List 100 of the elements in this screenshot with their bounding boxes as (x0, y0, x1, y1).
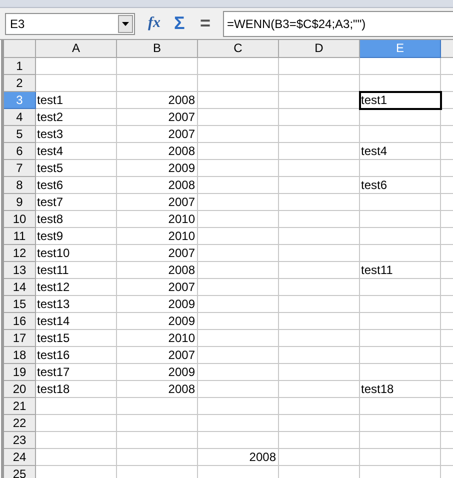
table-cell[interactable] (279, 262, 360, 279)
table-cell[interactable]: 2007 (117, 347, 198, 364)
table-cell[interactable] (198, 92, 279, 109)
table-cell[interactable]: 2007 (117, 245, 198, 262)
table-cell[interactable]: test9 (36, 228, 117, 245)
row-header[interactable]: 19 (4, 364, 36, 381)
table-cell[interactable] (279, 177, 360, 194)
table-cell[interactable]: 2009 (117, 160, 198, 177)
table-cell[interactable] (279, 58, 360, 75)
row-header[interactable]: 6 (4, 143, 36, 160)
table-cell[interactable]: test3 (36, 126, 117, 143)
table-cell[interactable] (279, 313, 360, 330)
sum-icon[interactable]: Σ (174, 10, 192, 37)
table-cell[interactable]: test18 (36, 381, 117, 398)
table-cell[interactable]: 2008 (117, 177, 198, 194)
table-cell[interactable] (198, 296, 279, 313)
table-cell[interactable] (360, 58, 441, 75)
table-cell[interactable] (198, 109, 279, 126)
table-cell[interactable]: test13 (36, 296, 117, 313)
table-cell[interactable]: 2008 (117, 262, 198, 279)
table-cell[interactable] (279, 296, 360, 313)
table-cell[interactable]: test6 (36, 177, 117, 194)
table-cell[interactable] (198, 160, 279, 177)
table-cell[interactable]: 2009 (117, 313, 198, 330)
table-cell[interactable]: 2007 (117, 279, 198, 296)
table-cell[interactable] (279, 330, 360, 347)
table-cell[interactable] (360, 330, 441, 347)
table-cell[interactable] (117, 58, 198, 75)
table-cell[interactable]: 2007 (117, 194, 198, 211)
table-cell[interactable] (279, 228, 360, 245)
row-header[interactable]: 4 (4, 109, 36, 126)
formula-input[interactable]: =WENN(B3=$C$24;A3;"") (223, 10, 453, 36)
table-cell[interactable] (36, 415, 117, 432)
table-cell[interactable] (117, 75, 198, 92)
table-cell[interactable] (36, 75, 117, 92)
table-cell[interactable] (198, 245, 279, 262)
table-cell[interactable] (360, 160, 441, 177)
table-cell[interactable] (279, 381, 360, 398)
table-cell[interactable] (279, 245, 360, 262)
table-cell[interactable] (198, 126, 279, 143)
table-cell[interactable]: test18 (360, 381, 441, 398)
table-cell[interactable] (198, 228, 279, 245)
table-cell[interactable] (279, 449, 360, 466)
table-cell[interactable] (198, 279, 279, 296)
row-header[interactable]: 17 (4, 330, 36, 347)
row-header[interactable]: 7 (4, 160, 36, 177)
table-cell[interactable]: test17 (36, 364, 117, 381)
table-cell[interactable] (198, 58, 279, 75)
table-cell[interactable] (279, 143, 360, 160)
table-cell[interactable] (279, 194, 360, 211)
row-header[interactable]: 24 (4, 449, 36, 466)
table-cell[interactable] (279, 279, 360, 296)
table-cell[interactable] (360, 109, 441, 126)
table-cell[interactable] (36, 58, 117, 75)
table-cell[interactable]: test16 (36, 347, 117, 364)
table-cell[interactable]: test6 (360, 177, 441, 194)
row-header[interactable]: 16 (4, 313, 36, 330)
table-cell[interactable]: 2008 (117, 143, 198, 160)
column-header[interactable]: B (117, 40, 198, 58)
row-header[interactable]: 11 (4, 228, 36, 245)
table-cell[interactable] (360, 194, 441, 211)
row-header[interactable]: 12 (4, 245, 36, 262)
table-cell[interactable] (36, 432, 117, 449)
table-cell[interactable] (279, 109, 360, 126)
table-cell[interactable]: 2010 (117, 211, 198, 228)
table-cell[interactable] (198, 381, 279, 398)
table-cell[interactable] (198, 211, 279, 228)
table-cell[interactable] (36, 449, 117, 466)
row-header[interactable]: 20 (4, 381, 36, 398)
row-header[interactable]: 15 (4, 296, 36, 313)
table-cell[interactable]: 2008 (117, 381, 198, 398)
table-cell[interactable] (198, 364, 279, 381)
name-box[interactable]: E3 (5, 12, 135, 34)
table-cell[interactable] (117, 398, 198, 415)
table-cell[interactable] (360, 211, 441, 228)
row-header[interactable]: 1 (4, 58, 36, 75)
table-cell[interactable]: 2007 (117, 109, 198, 126)
table-cell[interactable] (360, 245, 441, 262)
row-header[interactable]: 21 (4, 398, 36, 415)
equals-icon[interactable]: = (200, 10, 216, 37)
table-cell[interactable]: 2009 (117, 364, 198, 381)
table-cell[interactable]: test5 (36, 160, 117, 177)
row-header[interactable]: 14 (4, 279, 36, 296)
table-cell[interactable] (360, 126, 441, 143)
table-cell[interactable]: test7 (36, 194, 117, 211)
table-cell[interactable] (279, 364, 360, 381)
row-header[interactable]: 9 (4, 194, 36, 211)
row-header[interactable]: 18 (4, 347, 36, 364)
table-cell[interactable] (360, 296, 441, 313)
table-cell[interactable] (360, 347, 441, 364)
table-cell[interactable] (279, 160, 360, 177)
table-cell[interactable]: 2010 (117, 330, 198, 347)
table-cell[interactable] (198, 432, 279, 449)
table-cell[interactable] (360, 415, 441, 432)
table-cell[interactable] (198, 347, 279, 364)
table-cell[interactable] (198, 177, 279, 194)
table-cell[interactable]: 2007 (117, 126, 198, 143)
row-header[interactable]: 22 (4, 415, 36, 432)
table-cell[interactable] (360, 279, 441, 296)
table-cell[interactable] (198, 330, 279, 347)
